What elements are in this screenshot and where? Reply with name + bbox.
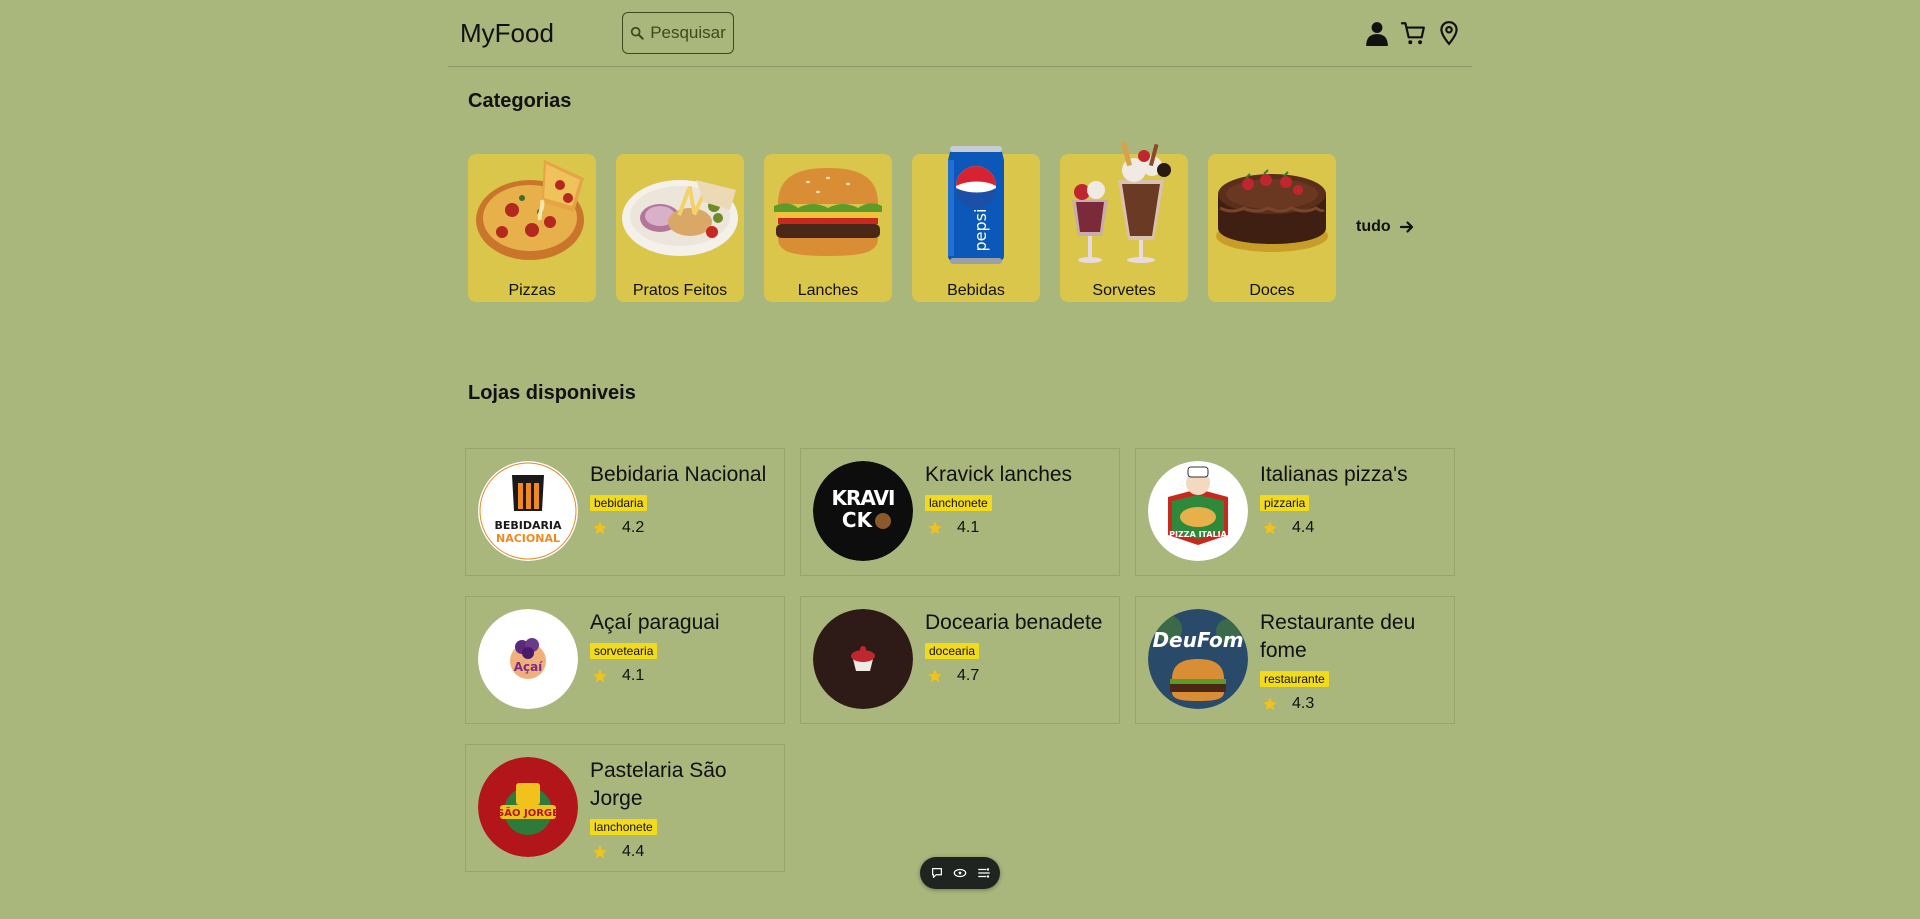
- category-card-sorvetes[interactable]: Sorvetes: [1060, 141, 1188, 302]
- rating-value: 4.3: [1292, 695, 1315, 712]
- category-label: Sorvetes: [1092, 282, 1156, 299]
- store-rating: 4.4: [590, 843, 776, 861]
- stores-title: Lojas disponiveis: [468, 382, 636, 404]
- store-rating: 4.4: [1260, 519, 1446, 537]
- category-carousel: Pizzas Pratos Feitos Lanches pepsi Bebid…: [468, 130, 1468, 305]
- store-logo: KRAVI CK: [813, 461, 913, 561]
- rating-value: 4.1: [622, 667, 645, 684]
- store-card-acai-paraguai[interactable]: Açaí Açaí paraguai sorvetearia 4.1: [465, 596, 785, 724]
- store-category-badge: docearia: [925, 643, 980, 659]
- store-rating: 4.1: [925, 519, 1111, 537]
- cart-icon[interactable]: [1400, 20, 1426, 46]
- category-card-bebidas[interactable]: pepsi Bebidas: [912, 146, 1040, 302]
- store-name: Bebidaria Nacional: [590, 463, 767, 486]
- store-rating: 4.7: [925, 667, 1111, 685]
- store-category-badge: lanchonete: [925, 495, 992, 511]
- rating-value: 4.4: [622, 843, 645, 860]
- store-name: Italianas pizza's: [1260, 463, 1408, 486]
- store-card-italianas-pizzas[interactable]: PIZZA ITALIA Italianas pizza's pizzaria …: [1135, 448, 1455, 576]
- user-icon[interactable]: [1364, 20, 1390, 46]
- store-rating: 4.1: [590, 667, 776, 685]
- store-name: Restaurante deu fome: [1260, 611, 1416, 662]
- soda-can-image: pepsi: [916, 140, 1036, 270]
- settings-list-icon[interactable]: [977, 866, 991, 880]
- category-label: Pizzas: [508, 282, 556, 299]
- store-card-pastelaria-sao-jorge[interactable]: SÃO JORGE Pastelaria São Jorge lanchonet…: [465, 744, 785, 872]
- store-category-badge: restaurante: [1260, 671, 1329, 687]
- category-card-pratos-feitos[interactable]: Pratos Feitos: [616, 154, 744, 302]
- comment-icon[interactable]: [930, 866, 944, 880]
- svg-text:CK: CK: [842, 508, 874, 532]
- store-logo: SÃO JORGE: [478, 757, 578, 857]
- store-logo: DeuFom: [1148, 609, 1248, 709]
- store-category-badge: sorvetearia: [590, 643, 658, 659]
- category-label: Pratos Feitos: [632, 282, 728, 299]
- star-icon: [593, 669, 607, 683]
- see-all-label: tudo: [1356, 218, 1391, 235]
- rating-value: 4.2: [622, 519, 645, 536]
- svg-text:KRAVI: KRAVI: [832, 486, 895, 510]
- cake-image: [1212, 140, 1332, 270]
- category-card-doces[interactable]: Doces: [1208, 154, 1336, 302]
- svg-text:BEBIDARIA: BEBIDARIA: [494, 519, 562, 532]
- category-label: Doces: [1249, 282, 1295, 299]
- category-card-pizzas[interactable]: Pizzas: [468, 154, 596, 302]
- star-icon: [928, 521, 942, 535]
- rating-value: 4.1: [957, 519, 980, 536]
- store-rating: 4.2: [590, 519, 776, 537]
- store-name: Kravick lanches: [925, 463, 1073, 486]
- store-category-badge: pizzaria: [1260, 495, 1310, 511]
- category-label: Bebidas: [947, 282, 1005, 299]
- rating-value: 4.7: [957, 667, 980, 684]
- category-label: Lanches: [797, 282, 859, 299]
- store-logo: BEBIDARIA NACIONAL: [478, 461, 578, 561]
- plate-image: [620, 140, 740, 270]
- store-card-bebidaria-nacional[interactable]: BEBIDARIA NACIONAL Bebidaria Nacional be…: [465, 448, 785, 576]
- search-button-label: Pesquisar: [650, 23, 726, 42]
- eye-icon[interactable]: [953, 866, 967, 880]
- search-button[interactable]: Pesquisar: [622, 12, 734, 54]
- store-logo: PIZZA ITALIA: [1148, 461, 1248, 561]
- category-card-lanches[interactable]: Lanches: [764, 154, 892, 302]
- star-icon: [1263, 521, 1277, 535]
- store-name: Pastelaria São Jorge: [590, 759, 727, 810]
- svg-text:PIZZA ITALIA: PIZZA ITALIA: [1169, 530, 1227, 539]
- svg-text:NACIONAL: NACIONAL: [496, 532, 560, 545]
- svg-text:DeuFom: DeuFom: [1152, 628, 1243, 652]
- see-all-categories-link[interactable]: tudo: [1356, 218, 1415, 236]
- svg-text:SÃO JORGE: SÃO JORGE: [497, 806, 559, 819]
- store-name: Açaí paraguai: [590, 611, 720, 634]
- store-card-restaurante-deu-fome[interactable]: DeuFom Restaurante deu fome restaurante …: [1135, 596, 1455, 724]
- store-rating: 4.3: [1260, 695, 1446, 713]
- svg-text:Açaí: Açaí: [514, 660, 543, 674]
- search-icon: [631, 26, 644, 40]
- page: MyFood Pesquisar Categorias Pizzas Prato…: [448, 0, 1472, 919]
- star-icon: [593, 521, 607, 535]
- pizza-image: [472, 140, 592, 270]
- arrow-right-icon: [1399, 221, 1413, 233]
- svg-text:pepsi: pepsi: [971, 209, 990, 252]
- app-logo[interactable]: MyFood: [460, 18, 554, 49]
- star-icon: [928, 669, 942, 683]
- store-logo: Açaí: [478, 609, 578, 709]
- store-card-docearia-benadete[interactable]: Docearia benadete docearia 4.7: [800, 596, 1120, 724]
- star-icon: [1263, 697, 1277, 711]
- categories-title: Categorias: [468, 90, 572, 112]
- store-logo: [813, 609, 913, 709]
- burger-image: [768, 140, 888, 270]
- top-nav: MyFood Pesquisar: [448, 0, 1472, 67]
- store-card-kravick-lanches[interactable]: KRAVI CK Kravick lanches lanchonete 4.1: [800, 448, 1120, 576]
- rating-value: 4.4: [1292, 519, 1315, 536]
- store-category-badge: lanchonete: [590, 819, 657, 835]
- floating-toolbar: [920, 857, 1000, 889]
- star-icon: [593, 845, 607, 859]
- store-name: Docearia benadete: [925, 611, 1103, 634]
- sundae-image: [1064, 140, 1184, 270]
- location-pin-icon[interactable]: [1436, 20, 1462, 46]
- store-category-badge: bebidaria: [590, 495, 648, 511]
